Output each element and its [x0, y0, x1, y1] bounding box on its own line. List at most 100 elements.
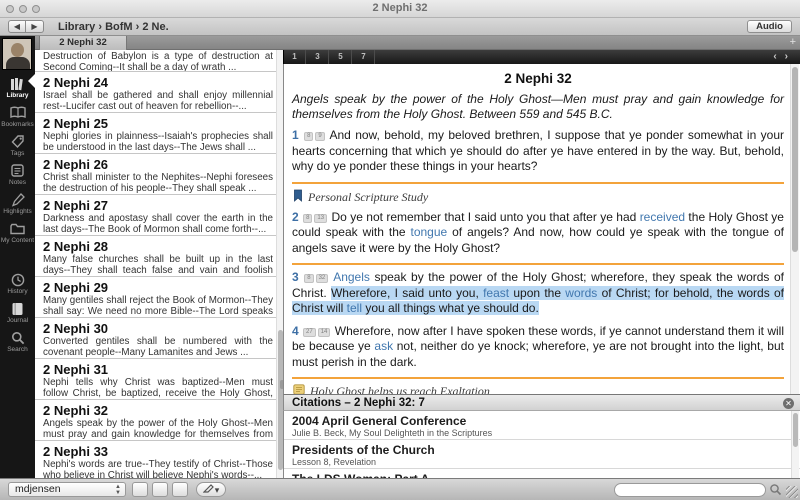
scripture-link[interactable]: words: [565, 286, 597, 300]
citation-title: Presidents of the Church: [292, 443, 790, 457]
chapter-item-title: 2 Nephi 28: [43, 239, 273, 254]
chapter-item-title: 2 Nephi 24: [43, 75, 273, 90]
verse-3[interactable]: 3 832 Angels speak by the power of the H…: [292, 270, 784, 317]
sidebar-item-label: Notes: [9, 179, 26, 186]
footnote-badge[interactable]: 32: [316, 274, 329, 283]
verse-text: Do ye not remember that I said unto you …: [331, 210, 639, 224]
chapter-list-item[interactable]: Destruction of Babylon is a type of dest…: [35, 50, 283, 72]
sidebar-item-bookmarks[interactable]: Bookmarks: [0, 105, 35, 128]
search-input[interactable]: [614, 483, 766, 497]
footnote-badge[interactable]: 27: [303, 328, 316, 337]
verse-2[interactable]: 2 813 Do ye not remember that I said unt…: [292, 210, 784, 257]
new-tab-button[interactable]: +: [790, 36, 796, 49]
verse-number[interactable]: 4: [292, 324, 302, 338]
user-account-select[interactable]: mdjensen ▲▼: [8, 482, 126, 497]
citation-item[interactable]: Presidents of the ChurchLesson 8, Revela…: [284, 440, 800, 469]
sidebar-item-highlights[interactable]: Highlights: [0, 192, 35, 215]
citation-item[interactable]: 2004 April General ConferenceJulie B. Be…: [284, 411, 800, 440]
sidebar-item-label: Tags: [11, 150, 25, 157]
chapter-item-summary: Christ shall minister to the Nephites--N…: [43, 172, 273, 194]
chapter-list-item-2-nephi-25[interactable]: 2 Nephi 25Nephi glories in plainness--Is…: [35, 113, 283, 154]
footnote-badge[interactable]: 8: [304, 132, 313, 141]
verse-nav-arrows[interactable]: ‹›: [773, 50, 796, 63]
footnote-badge[interactable]: 9: [315, 132, 324, 141]
sidebar-item-label: Library: [6, 92, 28, 99]
reader-scrollbar[interactable]: [790, 64, 799, 394]
breadcrumb[interactable]: Library › BofM › 2 Ne.: [58, 21, 169, 33]
chapter-item-title: 2 Nephi 26: [43, 157, 273, 172]
annotation-divider: [292, 377, 784, 379]
chapter-list-item-2-nephi-30[interactable]: 2 Nephi 30Converted gentiles shall be nu…: [35, 318, 283, 359]
highlighter-pen-icon: [203, 483, 215, 493]
scripture-link[interactable]: Angels: [333, 270, 370, 284]
audio-button[interactable]: Audio: [747, 20, 792, 33]
verse-number[interactable]: 2: [292, 210, 302, 224]
citations-header: Citations – 2 Nephi 32: 7 ✕: [283, 394, 800, 411]
verse-nav-7[interactable]: 7: [353, 50, 375, 64]
sidebar-item-notes[interactable]: Notes: [0, 163, 35, 186]
highlighter-style-button[interactable]: ▾: [196, 482, 226, 497]
verse-nav-3[interactable]: 3: [307, 50, 329, 64]
scripture-link[interactable]: received: [640, 210, 685, 224]
history-icon: [11, 272, 25, 287]
chapter-list-item-2-nephi-26[interactable]: 2 Nephi 26Christ shall minister to the N…: [35, 154, 283, 195]
citations-close-icon[interactable]: ✕: [783, 398, 794, 409]
verse-nav-5[interactable]: 5: [330, 50, 352, 64]
user-avatar[interactable]: [2, 38, 32, 70]
highlighted-text: upon the: [509, 286, 565, 300]
chapter-list-item-2-nephi-27[interactable]: 2 Nephi 27Darkness and apostasy shall co…: [35, 195, 283, 236]
sidebar-item-search[interactable]: Search: [0, 330, 35, 353]
chapter-item-summary: Nephi's words are true--They testify of …: [43, 459, 273, 478]
scripture-link[interactable]: tell: [347, 301, 362, 315]
scripture-link[interactable]: feast: [483, 286, 509, 300]
chapter-item-title: 2 Nephi 31: [43, 362, 273, 377]
font-size-small-button[interactable]: [132, 482, 148, 497]
sidebar-items: Library Bookmarks Tags Notes Highlights My Co…: [0, 76, 35, 359]
search-icon[interactable]: [769, 483, 782, 496]
font-size-large-button[interactable]: [172, 482, 188, 497]
scripture-link[interactable]: ask: [374, 339, 393, 353]
sidebar-item-mycontent[interactable]: My Content: [0, 221, 35, 244]
chapter-item-summary: Nephi glories in plainness--Isaiah's pro…: [43, 131, 273, 153]
footnote-badge[interactable]: 13: [314, 214, 327, 223]
chapter-list-scrollbar[interactable]: [276, 50, 283, 478]
search-icon: [11, 330, 25, 345]
citation-item[interactable]: The LDS Woman: Part A: [284, 469, 800, 478]
select-stepper-icon: ▲▼: [115, 484, 121, 496]
font-size-medium-button[interactable]: [152, 482, 168, 497]
citation-title: 2004 April General Conference: [292, 414, 790, 428]
verse-nav-1[interactable]: 1: [284, 50, 306, 64]
tab-2-nephi-32[interactable]: 2 Nephi 32: [39, 36, 127, 50]
citations-scrollbar[interactable]: [791, 411, 799, 478]
annotation-label[interactable]: Holy Ghost helps us reach Exaltation: [293, 384, 784, 394]
footnote-badge[interactable]: 14: [318, 328, 331, 337]
annotation-divider: [292, 263, 784, 265]
chapter-list-item-2-nephi-33[interactable]: 2 Nephi 33Nephi's words are true--They t…: [35, 441, 283, 478]
chapter-list-item-2-nephi-24[interactable]: 2 Nephi 24Israel shall be gathered and s…: [35, 72, 283, 113]
chapter-list-item-2-nephi-28[interactable]: 2 Nephi 28Many false churches shall be b…: [35, 236, 283, 277]
back-button[interactable]: ◀: [8, 20, 26, 33]
footnote-badge[interactable]: 8: [304, 274, 313, 283]
annotation-label[interactable]: Personal Scripture Study: [293, 189, 784, 206]
chapter-list-item-2-nephi-32[interactable]: 2 Nephi 32Angels speak by the power of t…: [35, 400, 283, 441]
resize-grip[interactable]: [786, 486, 798, 498]
user-account-value: mdjensen: [15, 483, 61, 495]
forward-button[interactable]: ▶: [26, 20, 44, 33]
verse-number[interactable]: 3: [292, 270, 303, 284]
sidebar-item-journal[interactable]: Journal: [0, 301, 35, 324]
chapter-list-item-2-nephi-31[interactable]: 2 Nephi 31Nephi tells why Christ was bap…: [35, 359, 283, 400]
chapter-item-title: 2 Nephi 27: [43, 198, 273, 213]
mycontent-icon: [10, 221, 25, 236]
scripture-link[interactable]: tongue: [410, 225, 447, 239]
sidebar-item-tags[interactable]: Tags: [0, 134, 35, 157]
sidebar-item-label: Highlights: [3, 208, 32, 215]
app-window: 2 Nephi 32 ◀ ▶ Library › BofM › 2 Ne. Au…: [0, 0, 800, 500]
chapter-list-item-2-nephi-29[interactable]: 2 Nephi 29Many gentiles shall reject the…: [35, 277, 283, 318]
sidebar-item-label: Journal: [7, 317, 28, 324]
note-icon: [293, 384, 305, 394]
verse-1[interactable]: 1 89 And now, behold, my beloved brethre…: [292, 128, 784, 175]
footnote-badge[interactable]: 8: [303, 214, 312, 223]
verse-4[interactable]: 4 2714 Wherefore, now after I have spoke…: [292, 324, 784, 371]
verse-number[interactable]: 1: [292, 128, 303, 142]
sidebar-item-history[interactable]: History: [0, 272, 35, 295]
